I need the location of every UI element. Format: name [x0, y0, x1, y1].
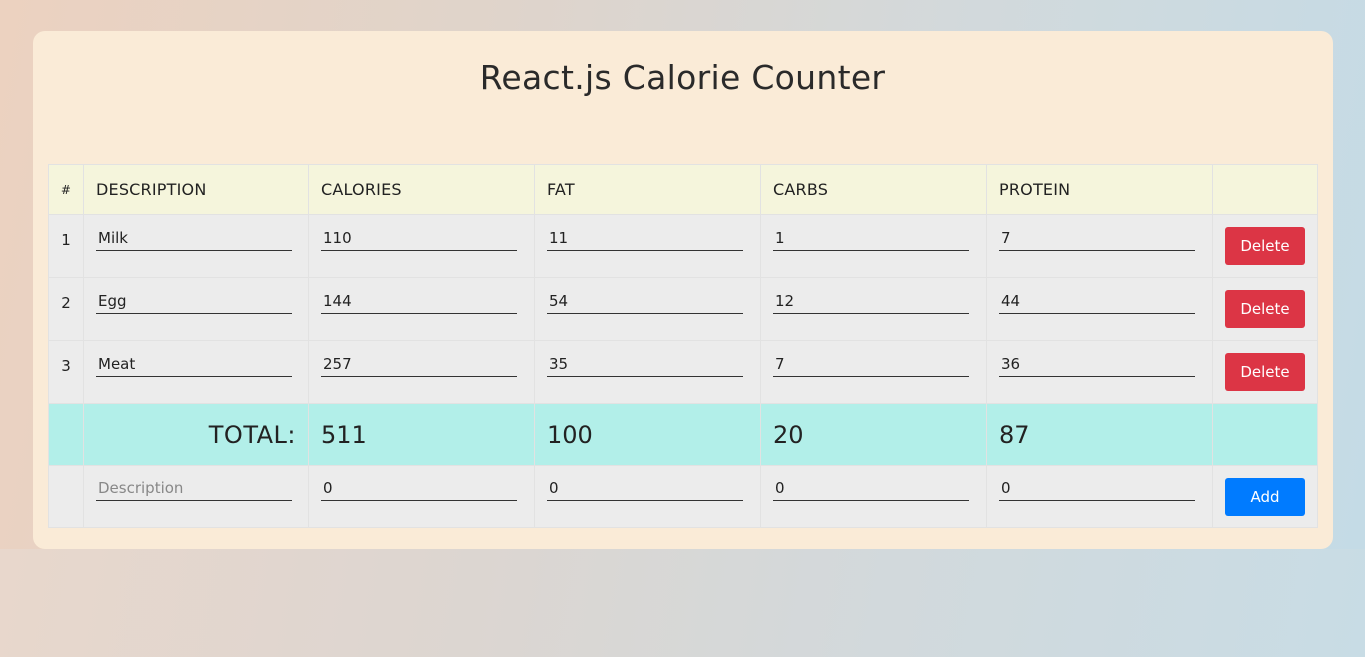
fat-input[interactable] — [547, 353, 743, 377]
table-header-row: # DESCRIPTION CALORIES FAT CARBS PROTEIN — [48, 164, 1318, 215]
row-index: 2 — [48, 277, 84, 341]
total-label: TOTAL: — [83, 403, 309, 466]
header-carbs: CARBS — [760, 164, 987, 215]
page-title: React.js Calorie Counter — [479, 58, 886, 97]
page-background-bottom — [0, 549, 1365, 657]
calorie-table: # DESCRIPTION CALORIES FAT CARBS PROTEIN… — [48, 164, 1318, 528]
new-protein-input[interactable] — [999, 478, 1195, 501]
description-input[interactable] — [96, 227, 292, 251]
new-fat-input[interactable] — [547, 478, 743, 501]
fat-input[interactable] — [547, 290, 743, 314]
add-button[interactable]: Add — [1225, 477, 1305, 516]
total-fat: 100 — [534, 403, 761, 466]
calories-input[interactable] — [321, 227, 517, 251]
delete-button[interactable]: Delete — [1225, 227, 1305, 265]
header-calories: CALORIES — [308, 164, 535, 215]
delete-button[interactable]: Delete — [1225, 353, 1305, 391]
total-row: TOTAL: 511 100 20 87 — [48, 403, 1318, 466]
carbs-input[interactable] — [773, 227, 969, 251]
header-fat: FAT — [534, 164, 761, 215]
calories-input[interactable] — [321, 353, 517, 377]
new-calories-input[interactable] — [321, 478, 517, 501]
table-row: 3 Delete — [48, 340, 1318, 404]
total-actions-cell — [1212, 403, 1318, 466]
total-protein: 87 — [986, 403, 1213, 466]
row-index: 3 — [48, 340, 84, 404]
add-item-row: Add — [48, 465, 1318, 528]
header-protein: PROTEIN — [986, 164, 1213, 215]
header-actions — [1212, 164, 1318, 215]
new-description-input[interactable] — [96, 478, 292, 501]
carbs-input[interactable] — [773, 353, 969, 377]
protein-input[interactable] — [999, 353, 1195, 377]
protein-input[interactable] — [999, 227, 1195, 251]
add-index-cell — [48, 465, 84, 528]
delete-button[interactable]: Delete — [1225, 290, 1305, 328]
fat-input[interactable] — [547, 227, 743, 251]
new-carbs-input[interactable] — [773, 478, 969, 501]
description-input[interactable] — [96, 353, 292, 377]
header-description: DESCRIPTION — [83, 164, 309, 215]
table-row: 1 Delete — [48, 214, 1318, 278]
row-index: 1 — [48, 214, 84, 278]
total-calories: 511 — [308, 403, 535, 466]
table-row: 2 Delete — [48, 277, 1318, 341]
description-input[interactable] — [96, 290, 292, 314]
protein-input[interactable] — [999, 290, 1195, 314]
carbs-input[interactable] — [773, 290, 969, 314]
calories-input[interactable] — [321, 290, 517, 314]
header-index: # — [48, 164, 84, 215]
total-index-cell — [48, 403, 84, 466]
total-carbs: 20 — [760, 403, 987, 466]
